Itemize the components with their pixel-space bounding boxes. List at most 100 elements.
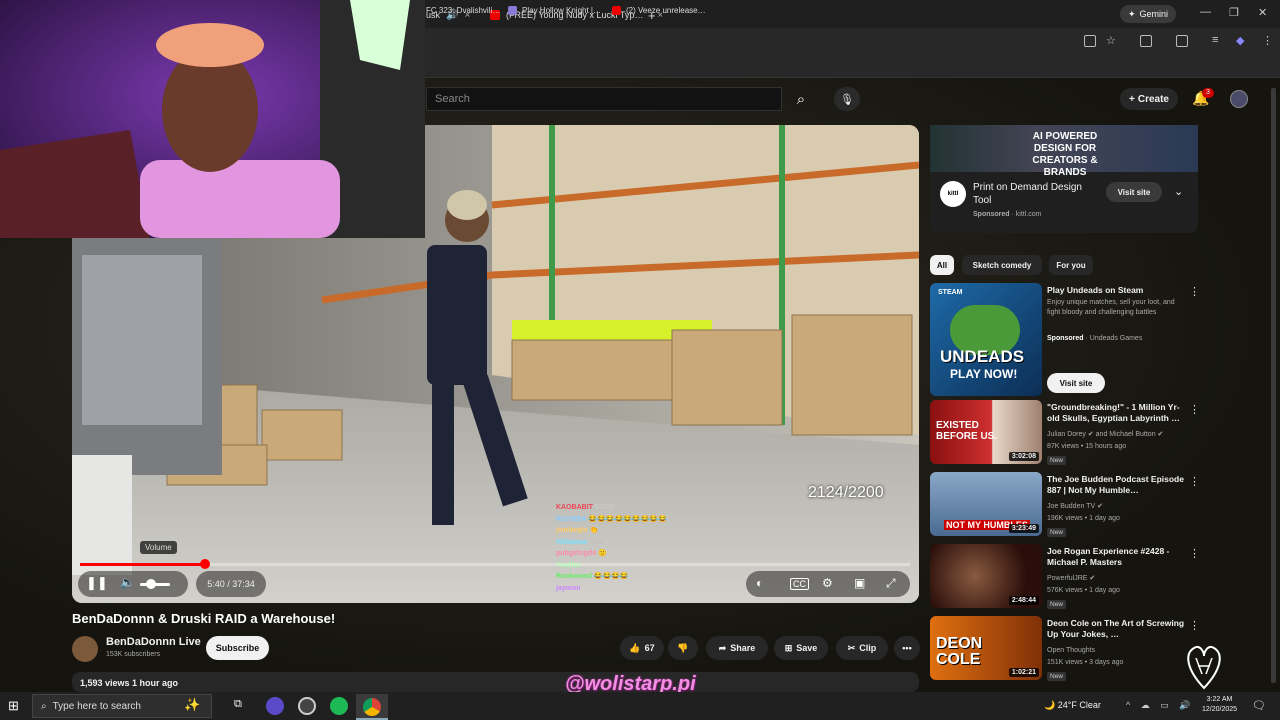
rec-thumbnail[interactable]: NOT MY HUMBLES 3:23:49 (930, 472, 1042, 536)
screen: usk 🔊 × (FREE) Young Nudy x Lucki Typ… ×… (0, 0, 1280, 720)
new-badge: New (1047, 528, 1067, 537)
sponsored-label: Sponsored (973, 211, 1010, 218)
autoplay-toggle-icon[interactable]: ◐ (756, 576, 763, 590)
search-icon[interactable]: ⌕ (786, 87, 816, 111)
channel-name[interactable]: BenDaDonnn Live (106, 636, 201, 648)
notifications-icon[interactable]: 🗨 (1252, 699, 1266, 712)
install-icon[interactable] (1084, 35, 1096, 47)
bookmark-label: (2) Veeze unrelease… (626, 6, 706, 15)
fullscreen-icon[interactable]: ⤢ (886, 576, 896, 591)
rec-thumbnail[interactable]: 2:48:44 (930, 544, 1042, 608)
share-label: Share (730, 643, 756, 653)
miniplayer-icon[interactable]: ▣ (854, 576, 865, 590)
more-vert-icon[interactable]: ⋮ (1189, 285, 1200, 298)
rec-duration: 3:02:08 (1008, 452, 1039, 461)
chip-all[interactable]: All (930, 255, 954, 275)
minimize-button[interactable]: — (1200, 6, 1211, 18)
promo-thumbnail[interactable]: STEAM UNDEADS PLAY NOW! (930, 283, 1042, 396)
bookmark-item[interactable]: (2) Veeze unrelease… (612, 6, 706, 15)
save-button[interactable]: ⊞ Save (774, 636, 828, 660)
bookmark-item[interactable]: FC 323: Dvalishvili… (426, 6, 500, 15)
like-button[interactable]: 👍 67 (620, 636, 664, 660)
promo-visit-site-button[interactable]: Visit site (1047, 373, 1105, 393)
browser-menu-icon[interactable]: ⋮ (1262, 34, 1273, 47)
clock-date: 12/20/2025 (1202, 706, 1238, 713)
time-display: 5:40 / 37:34 (196, 571, 266, 597)
chip-for-you[interactable]: For you (1049, 255, 1093, 275)
channel-avatar[interactable] (72, 636, 98, 662)
ad-title[interactable]: Print on Demand Design Tool (973, 181, 1098, 207)
rec-channel[interactable]: Open Thoughts (1047, 646, 1095, 656)
translate-icon[interactable]: ≡ (1212, 34, 1218, 46)
create-label: Create (1137, 93, 1169, 105)
share-icon: ➦ (718, 642, 727, 653)
gemini-button[interactable]: ✦ Gemini (1120, 5, 1177, 23)
captions-icon[interactable]: CC (790, 578, 809, 590)
chip-sketch-comedy[interactable]: Sketch comedy (962, 255, 1042, 275)
rec-title[interactable]: The Joe Budden Podcast Episode 887 | Not… (1047, 474, 1187, 496)
visit-site-button[interactable]: Visit site (1106, 182, 1162, 202)
rec-channel[interactable]: PowerfulJRE ✔ (1047, 574, 1095, 584)
rec-thumb-text: EXISTED BEFORE US. (936, 420, 998, 442)
clip-button[interactable]: ✂ Clip (836, 636, 888, 660)
bookmark-favicon-icon (508, 6, 517, 15)
weather-widget[interactable]: 🌙 24°F Clear (1044, 700, 1101, 711)
page-scrollbar[interactable] (1271, 88, 1276, 683)
volume-slider-handle[interactable] (146, 579, 156, 589)
microphone-icon[interactable]: 🎙 (834, 87, 860, 111)
rec-title[interactable]: "Groundbreaking!" - 1 Million Yr-old Sku… (1047, 402, 1187, 424)
task-view-icon[interactable]: ⧉ (234, 698, 242, 711)
pause-icon[interactable]: ❚❚ (86, 575, 108, 591)
spotify-app-icon[interactable] (330, 697, 348, 715)
more-actions-button[interactable]: ••• (894, 636, 920, 660)
chat-message: pubgirlsgdo 🙂 (556, 550, 608, 557)
discord-app-icon[interactable] (266, 697, 284, 715)
chat-overlay: KAOBABIT BOSS RichNBA 😂😂😂😂😂😂😂😂😂 jomlergl… (556, 502, 756, 602)
rec-title[interactable]: Deon Cole on The Art of Screwing Up Your… (1047, 618, 1187, 640)
subscribe-button[interactable]: Subscribe (206, 636, 269, 660)
more-vert-icon[interactable]: ⋮ (1189, 403, 1200, 416)
new-badge: New (1047, 672, 1067, 681)
rec-thumbnail[interactable]: DEON COLE 1:02:21 (930, 616, 1042, 680)
system-tray-icons[interactable]: ^ ☁ ▭ 🔊 (1126, 700, 1194, 711)
maximize-button[interactable]: ❐ (1229, 6, 1239, 19)
profile-icon[interactable]: ◆ (1236, 34, 1244, 47)
chrome-taskbar-button[interactable] (356, 694, 388, 720)
sidepanel-icon[interactable] (1176, 35, 1188, 47)
promo-sponsor: Sponsored · Undeads Games (1047, 335, 1143, 342)
rec-stats: 196K views • 1 day ago (1047, 515, 1120, 522)
create-button[interactable]: + Create (1120, 88, 1178, 110)
volume-icon[interactable]: 🔈 (120, 575, 135, 589)
bookmark-label: FC 323: Dvalishvili… (426, 6, 501, 15)
more-vert-icon[interactable]: ⋮ (1189, 547, 1200, 560)
bookmark-star-icon[interactable]: ☆ (1106, 34, 1116, 47)
more-vert-icon[interactable]: ⋮ (1189, 475, 1200, 488)
chevron-down-icon[interactable]: ⌄ (1174, 185, 1183, 198)
app-icon[interactable] (298, 697, 316, 715)
taskbar-clock[interactable]: 3:22 AM 12/20/2025 (1202, 695, 1237, 715)
rec-thumbnail[interactable]: EXISTED BEFORE US. 3:02:08 (930, 400, 1042, 464)
extensions-icon[interactable] (1140, 35, 1152, 47)
windows-start-icon[interactable]: ⊞ (8, 698, 19, 714)
settings-gear-icon[interactable]: ⚙ (822, 576, 833, 590)
moon-icon: 🌙 (1044, 700, 1056, 710)
rec-channel[interactable]: Joe Budden TV ✔ (1047, 502, 1103, 512)
close-window-button[interactable]: ✕ (1258, 6, 1267, 19)
rec-duration: 2:48:44 (1008, 596, 1039, 605)
account-avatar[interactable] (1230, 90, 1248, 108)
ad-domain: kittl.com (1015, 211, 1042, 218)
promo-title[interactable]: Play Undeads on Steam (1047, 285, 1187, 296)
description-box[interactable]: 1,593 views 1 hour ago (72, 672, 919, 692)
clip-label: Clip (859, 643, 877, 653)
chat-message: jaymon (556, 584, 581, 592)
scissors-icon: ✂ (847, 642, 856, 653)
taskbar-search-placeholder: Type here to search (52, 700, 141, 712)
share-button[interactable]: ➦ Share (706, 636, 768, 660)
dislike-button[interactable]: 👎 (668, 636, 698, 660)
bookmark-item[interactable]: Play Hollow Knight |… (508, 6, 601, 15)
chrome-app-icon (363, 698, 381, 716)
search-input[interactable]: Search (426, 87, 782, 111)
rec-title[interactable]: Joe Rogan Experience #2428 - Michael P. … (1047, 546, 1187, 568)
more-vert-icon[interactable]: ⋮ (1189, 619, 1200, 632)
rec-channel[interactable]: Julian Dorey ✔ and Michael Button ✔ (1047, 430, 1163, 440)
